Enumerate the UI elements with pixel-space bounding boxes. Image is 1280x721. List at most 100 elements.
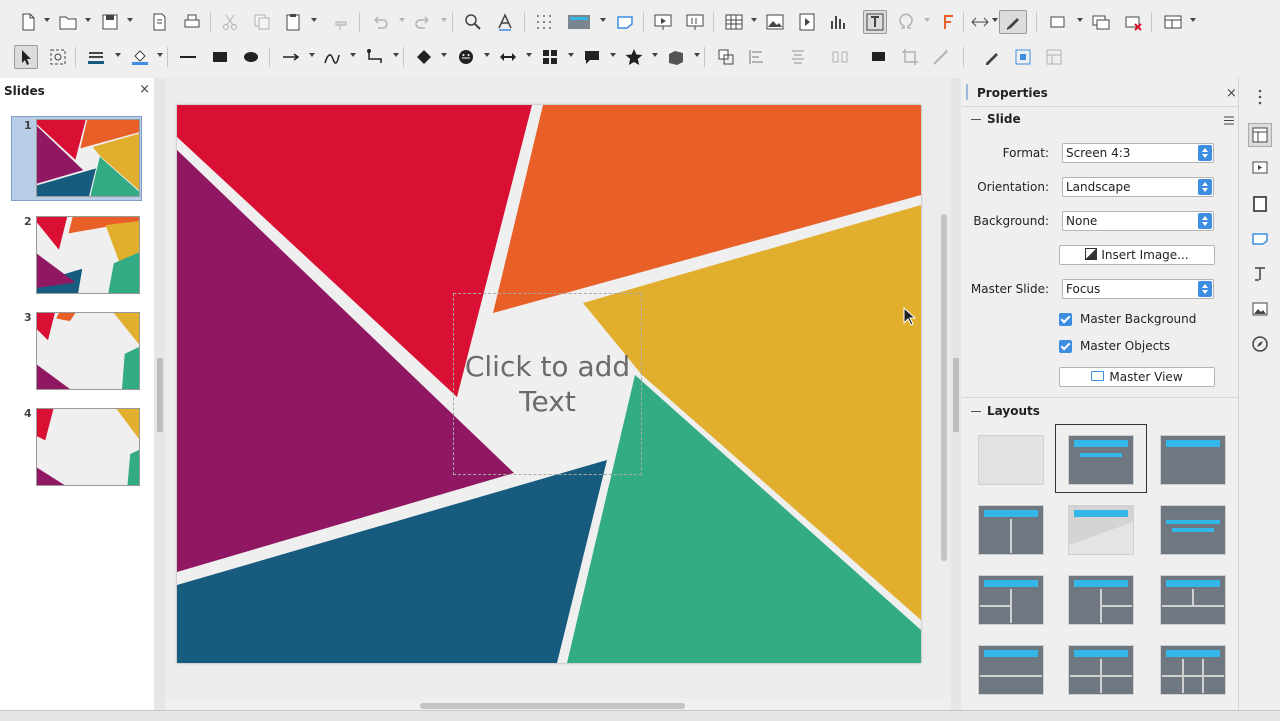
curve-icon[interactable] bbox=[320, 45, 344, 69]
connector-dropdown[interactable] bbox=[393, 53, 399, 57]
master-slide-icon[interactable] bbox=[613, 10, 637, 34]
master-slide-select[interactable]: Focus bbox=[1062, 279, 1214, 299]
flowchart-dropdown[interactable] bbox=[568, 53, 574, 57]
layout-centered-text[interactable] bbox=[1160, 505, 1226, 555]
slide-thumbnail-1[interactable] bbox=[36, 119, 140, 197]
display-views-icon[interactable] bbox=[565, 10, 593, 34]
glue-points-icon[interactable] bbox=[1011, 45, 1035, 69]
master-view-button[interactable]: Master View bbox=[1059, 367, 1215, 387]
new-icon[interactable] bbox=[16, 10, 40, 34]
layout-title-4-content-right[interactable] bbox=[1068, 575, 1134, 625]
line-style-dropdown[interactable] bbox=[115, 53, 121, 57]
special-character-icon[interactable] bbox=[894, 10, 918, 34]
media-icon[interactable] bbox=[795, 10, 819, 34]
fontwork-icon[interactable] bbox=[937, 10, 961, 34]
stars-icon[interactable] bbox=[622, 45, 646, 69]
new-slide-icon[interactable] bbox=[1046, 10, 1070, 34]
shadow-icon[interactable] bbox=[867, 45, 891, 69]
paste-dropdown[interactable] bbox=[311, 18, 317, 22]
slide-thumbnail-2[interactable] bbox=[36, 216, 140, 294]
transitions-dropdown[interactable] bbox=[992, 18, 998, 22]
find-icon[interactable] bbox=[461, 10, 485, 34]
navigator-deck-icon[interactable] bbox=[1249, 333, 1271, 355]
symbol-shapes-icon[interactable] bbox=[454, 45, 478, 69]
paste-icon[interactable] bbox=[281, 10, 305, 34]
layout-title-content[interactable] bbox=[1068, 435, 1134, 485]
layout-title-6-content-grid[interactable] bbox=[1160, 645, 1226, 695]
cut-icon[interactable] bbox=[218, 10, 242, 34]
text-box-icon[interactable] bbox=[863, 10, 887, 34]
save-dropdown[interactable] bbox=[127, 18, 133, 22]
layouts-section-heading[interactable]: Layouts bbox=[971, 404, 1040, 418]
symbol-shapes-dropdown[interactable] bbox=[484, 53, 490, 57]
crop-icon[interactable] bbox=[898, 45, 922, 69]
horizontal-scrollbar-thumb[interactable] bbox=[420, 703, 685, 709]
styles-deck-icon[interactable] bbox=[1249, 263, 1271, 285]
fill-color-icon[interactable] bbox=[128, 45, 152, 69]
align-icon[interactable] bbox=[745, 45, 769, 69]
splitter-grip[interactable] bbox=[953, 358, 959, 432]
master-background-checkbox[interactable] bbox=[1059, 313, 1072, 326]
block-arrows-dropdown[interactable] bbox=[526, 53, 532, 57]
orientation-select[interactable]: Landscape bbox=[1062, 177, 1214, 197]
start-first-slide-icon[interactable] bbox=[651, 10, 675, 34]
filter-icon[interactable] bbox=[929, 45, 953, 69]
slide-thumbnail-3[interactable] bbox=[36, 312, 140, 390]
open-dropdown[interactable] bbox=[85, 18, 91, 22]
ellipse-icon[interactable] bbox=[239, 45, 263, 69]
format-select[interactable]: Screen 4:3 bbox=[1062, 143, 1214, 163]
line-arrow-icon[interactable] bbox=[279, 45, 303, 69]
transformations-icon[interactable] bbox=[714, 45, 738, 69]
animation-deck-icon[interactable] bbox=[1249, 193, 1271, 215]
table-icon[interactable] bbox=[722, 10, 746, 34]
redo-icon[interactable] bbox=[411, 10, 435, 34]
properties-deck-icon[interactable] bbox=[1248, 123, 1272, 147]
line-arrow-dropdown[interactable] bbox=[309, 53, 315, 57]
delete-slide-icon[interactable] bbox=[1121, 10, 1145, 34]
special-character-dropdown[interactable] bbox=[924, 18, 930, 22]
layout-title-4-content-left[interactable] bbox=[978, 575, 1044, 625]
insert-image-button[interactable]: Insert Image... bbox=[1059, 245, 1215, 265]
more-options-icon[interactable] bbox=[1255, 88, 1265, 106]
new-slide-dropdown[interactable] bbox=[1077, 18, 1083, 22]
select-icon[interactable] bbox=[14, 45, 38, 69]
duplicate-slide-icon[interactable] bbox=[1089, 10, 1113, 34]
zoom-pan-icon[interactable] bbox=[46, 45, 70, 69]
master-objects-checkbox[interactable] bbox=[1059, 340, 1072, 353]
stars-dropdown[interactable] bbox=[652, 53, 658, 57]
connector-icon[interactable] bbox=[363, 45, 387, 69]
arrange-icon[interactable] bbox=[786, 45, 810, 69]
slide-transition-deck-icon[interactable] bbox=[1249, 157, 1271, 179]
layout-title-slide-diagonal[interactable] bbox=[1068, 505, 1134, 555]
gallery-deck-icon[interactable] bbox=[1249, 298, 1271, 320]
background-select[interactable]: None bbox=[1062, 211, 1214, 231]
copy-icon[interactable] bbox=[250, 10, 274, 34]
select-at-least-three-icon[interactable] bbox=[1042, 45, 1066, 69]
layout-title-only-top[interactable] bbox=[1160, 435, 1226, 485]
clone-formatting-icon[interactable] bbox=[329, 10, 353, 34]
flowchart-icon[interactable] bbox=[538, 45, 562, 69]
close-icon[interactable]: × bbox=[1226, 86, 1237, 101]
layout-title-2-content[interactable] bbox=[978, 505, 1044, 555]
vertical-scrollbar-thumb[interactable] bbox=[941, 214, 947, 561]
table-dropdown[interactable] bbox=[751, 18, 757, 22]
transitions-icon[interactable] bbox=[968, 10, 992, 34]
layout-title-6-content-row[interactable] bbox=[1160, 575, 1226, 625]
grid-icon[interactable] bbox=[532, 10, 556, 34]
slide-layout-icon[interactable] bbox=[1161, 10, 1185, 34]
splitter-grip[interactable] bbox=[157, 358, 163, 432]
close-icon[interactable]: × bbox=[139, 82, 150, 97]
line-icon[interactable] bbox=[176, 45, 200, 69]
layout-title-6-content-b[interactable] bbox=[1068, 645, 1134, 695]
undo-dropdown[interactable] bbox=[399, 18, 405, 22]
sidebar-splitter[interactable] bbox=[951, 78, 961, 710]
print-icon[interactable] bbox=[180, 10, 204, 34]
new-dropdown[interactable] bbox=[44, 18, 50, 22]
save-icon[interactable] bbox=[98, 10, 122, 34]
chart-icon[interactable] bbox=[826, 10, 850, 34]
undo-icon[interactable] bbox=[368, 10, 392, 34]
toggle-extrusion-icon[interactable] bbox=[980, 45, 1004, 69]
show-draw-functions-icon[interactable] bbox=[999, 10, 1027, 34]
placeholder-text[interactable]: Click to add Text bbox=[453, 349, 642, 419]
redo-dropdown[interactable] bbox=[441, 18, 447, 22]
